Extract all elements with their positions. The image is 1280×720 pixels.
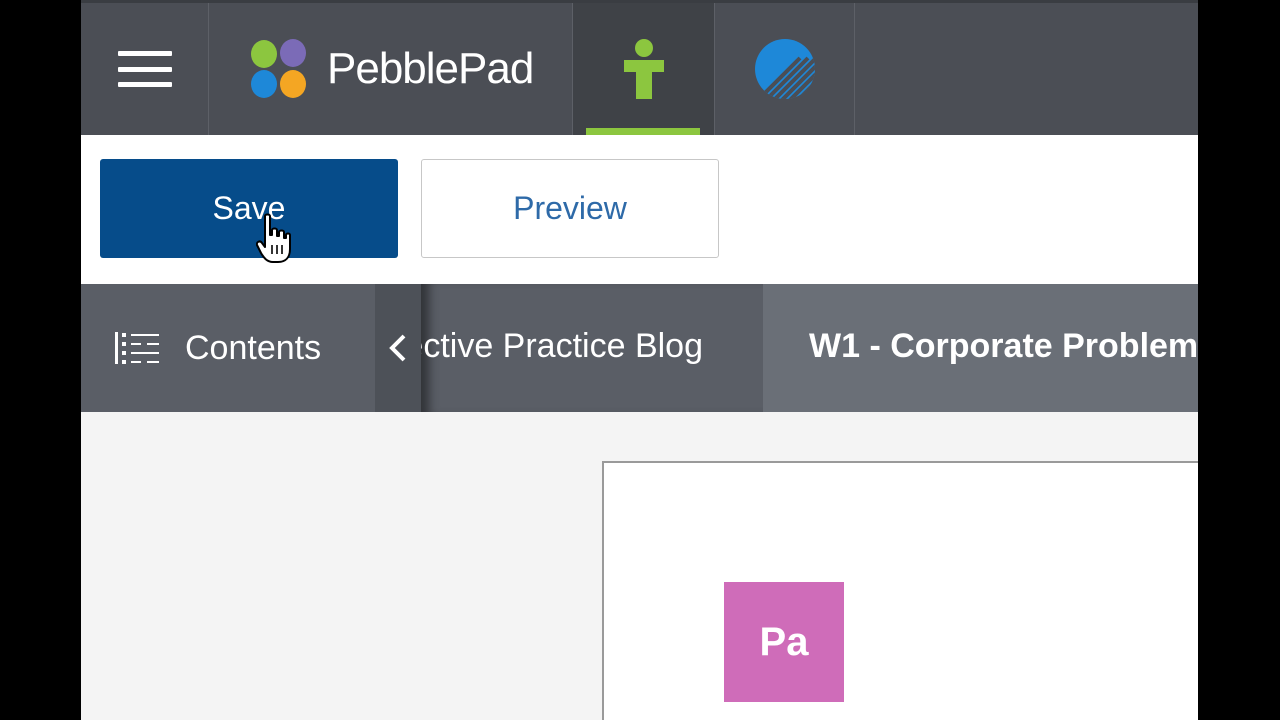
active-tab-indicator	[586, 128, 700, 135]
me-person-icon	[623, 39, 664, 99]
contents-label: Contents	[185, 328, 322, 367]
home-logo-link[interactable]: PebblePad	[209, 3, 573, 135]
hand-cursor-icon	[256, 213, 291, 263]
chevron-left-icon	[389, 334, 406, 362]
breadcrumb-current: W1 - Corporate Problem	[763, 284, 1198, 412]
brand-name: PebblePad	[327, 44, 534, 93]
contents-list-icon	[115, 332, 159, 364]
pebblepad-app: PebblePad Save Preview Contents ctive Pr…	[81, 0, 1198, 720]
save-button[interactable]: Save	[100, 159, 398, 258]
page-content: Pa	[81, 412, 1198, 720]
tab-world[interactable]	[715, 3, 855, 135]
contents-button[interactable]: Contents	[81, 284, 375, 412]
breadcrumb-parent-label: Reflective Practice Blog	[421, 327, 703, 365]
asset-type-tile: Pa	[724, 582, 844, 702]
breadcrumb-parent[interactable]: Reflective Practice Blog	[421, 284, 763, 412]
menu-icon	[117, 51, 172, 87]
breadcrumb-current-label: W1 - Corporate Problem	[809, 327, 1198, 365]
preview-button[interactable]: Preview	[421, 159, 719, 258]
globe-icon	[754, 39, 815, 99]
action-bar: Save Preview	[81, 135, 1198, 284]
tab-me[interactable]	[573, 3, 715, 135]
menu-button[interactable]	[81, 3, 209, 135]
content-card: Pa	[602, 461, 1198, 720]
pebblepad-logo-icon	[251, 39, 306, 98]
breadcrumb-back-button[interactable]	[375, 284, 421, 412]
top-bar: PebblePad	[81, 0, 1198, 135]
breadcrumb-bar: Contents Reflective Practice Blog W1 - C…	[81, 284, 1198, 412]
